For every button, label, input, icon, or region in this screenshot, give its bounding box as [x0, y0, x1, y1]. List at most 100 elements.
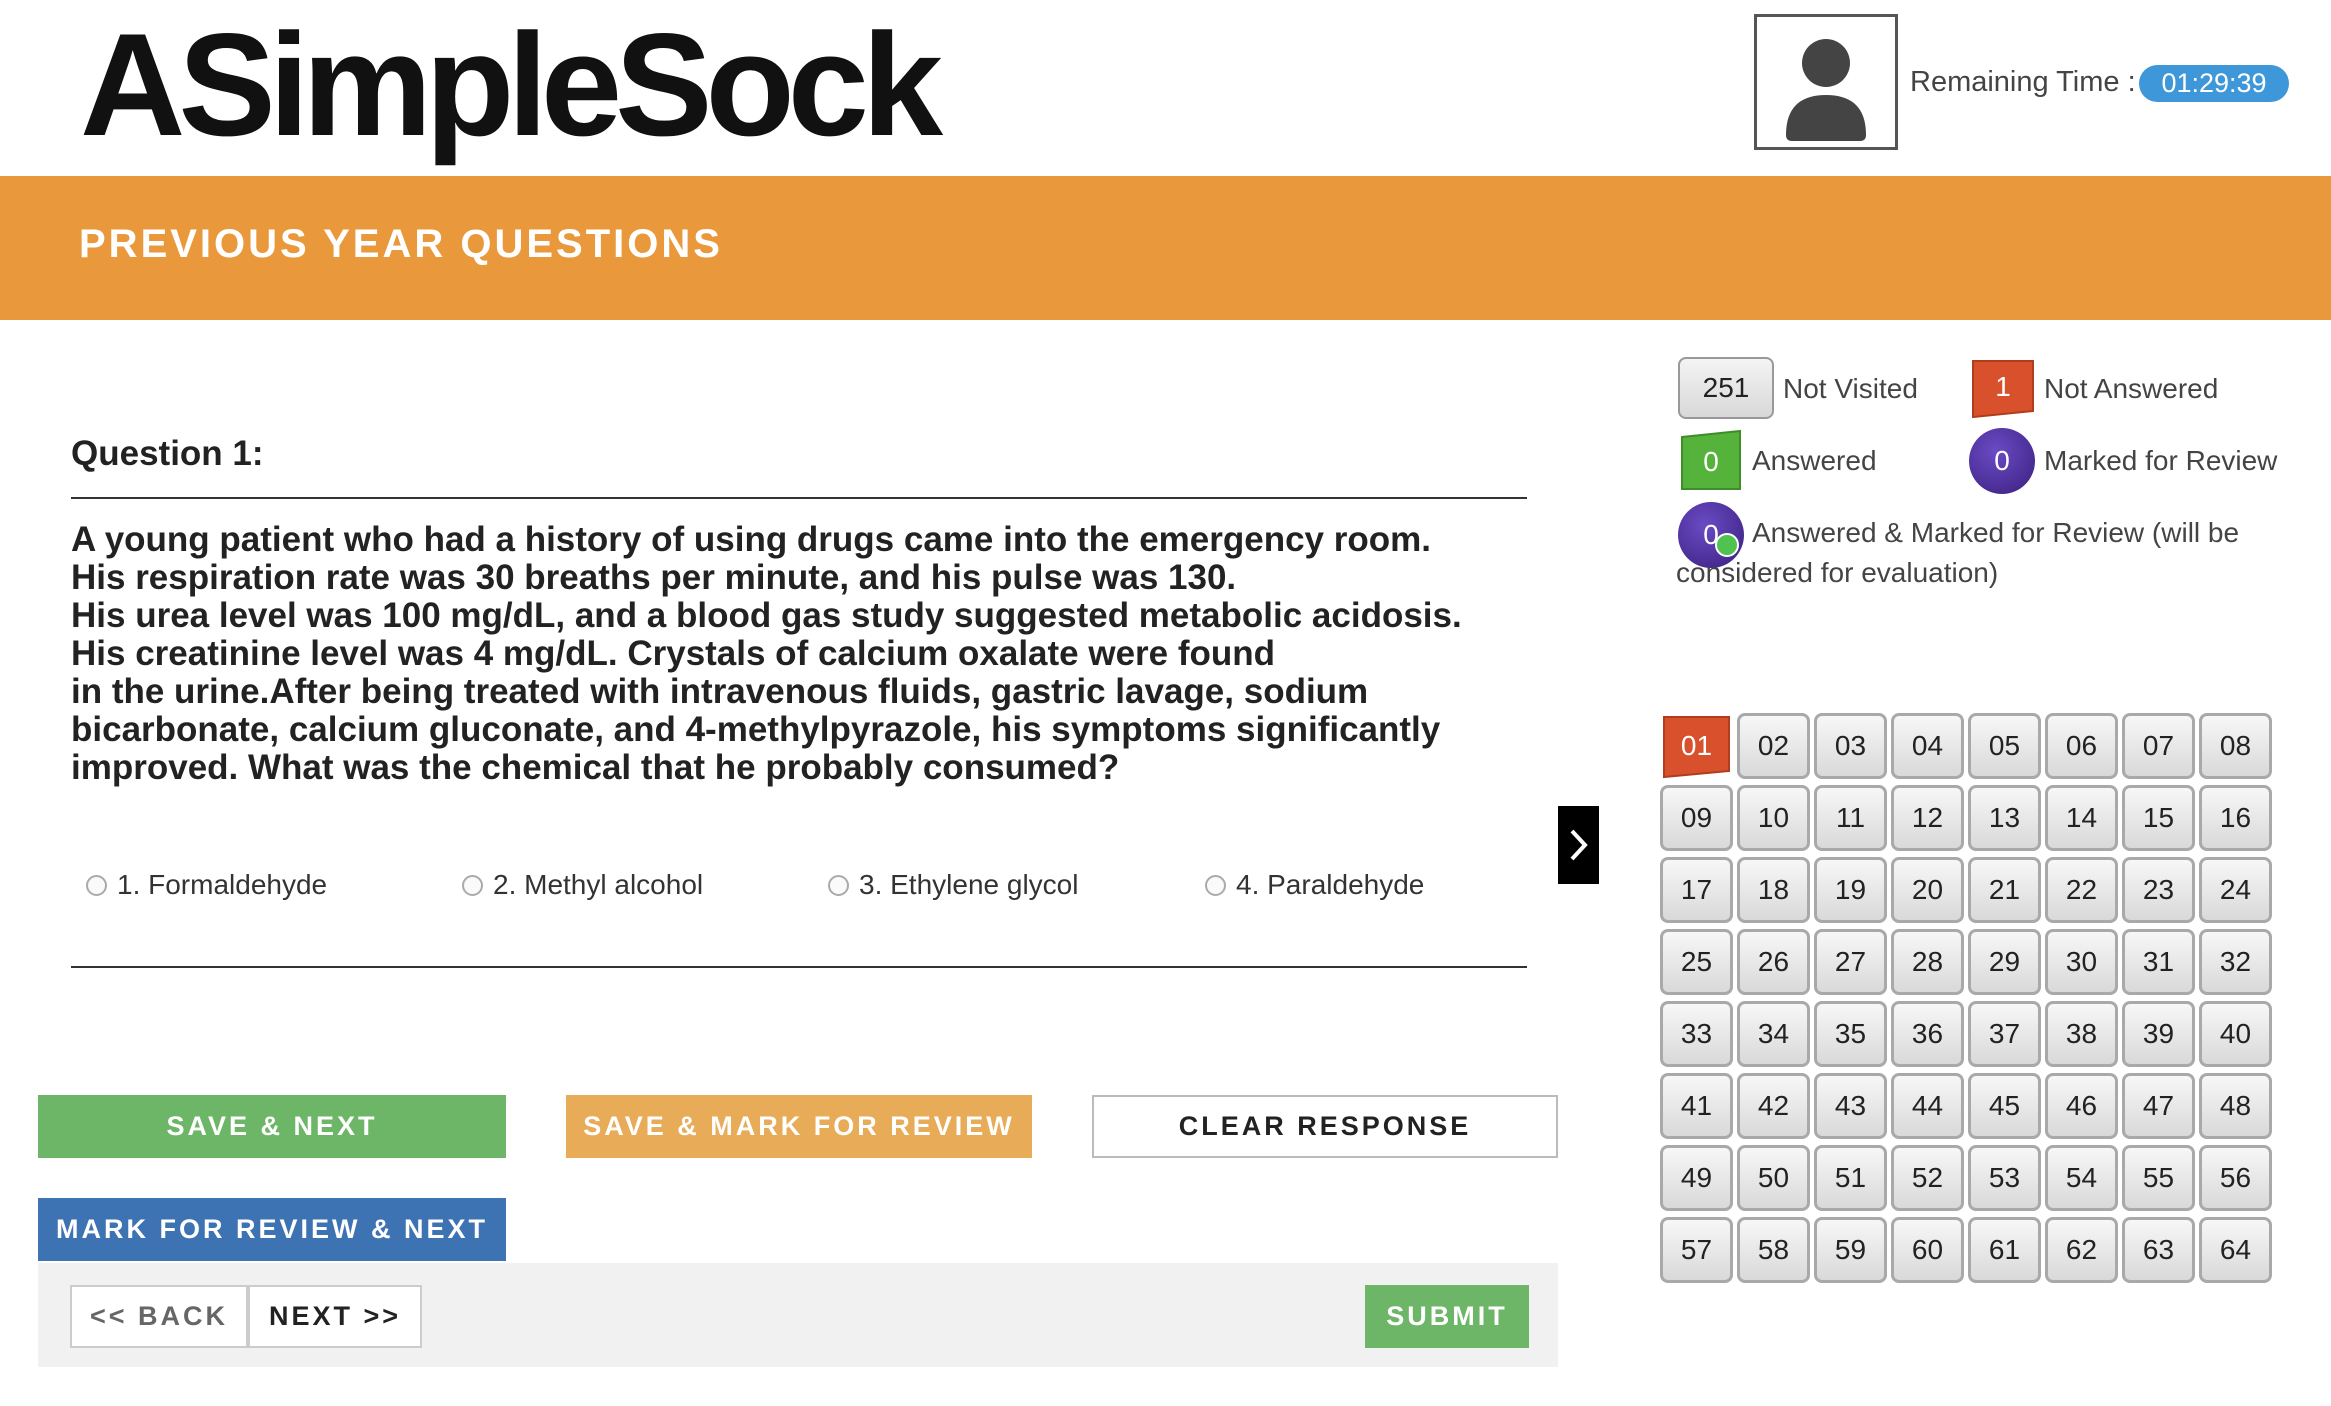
- palette-question-button[interactable]: 34: [1737, 1001, 1810, 1067]
- palette-question-number: 08: [2219, 730, 2252, 761]
- palette-question-number: 04: [1911, 730, 1944, 761]
- palette-question-button[interactable]: 39: [2122, 1001, 2195, 1067]
- palette-question-number: 02: [1757, 730, 1790, 761]
- palette-question-button[interactable]: 46: [2045, 1073, 2118, 1139]
- question-line: A young patient who had a history of usi…: [71, 520, 1431, 559]
- palette-question-button[interactable]: 06: [2045, 713, 2118, 779]
- palette-question-button[interactable]: 22: [2045, 857, 2118, 923]
- palette-question-button[interactable]: 61: [1968, 1217, 2041, 1283]
- palette-question-button[interactable]: 09: [1660, 785, 1733, 851]
- palette-question-button[interactable]: 32: [2199, 929, 2272, 995]
- palette-question-number: 14: [2065, 802, 2098, 833]
- answered-label: Answered: [1752, 445, 1877, 476]
- palette-question-button[interactable]: 58: [1737, 1217, 1810, 1283]
- answer-option-1[interactable]: 1. Formaldehyde: [86, 868, 327, 902]
- palette-question-button[interactable]: 54: [2045, 1145, 2118, 1211]
- palette-question-button[interactable]: 51: [1814, 1145, 1887, 1211]
- palette-question-button[interactable]: 38: [2045, 1001, 2118, 1067]
- palette-question-button[interactable]: 21: [1968, 857, 2041, 923]
- palette-question-button[interactable]: 59: [1814, 1217, 1887, 1283]
- palette-question-number: 19: [1834, 874, 1867, 905]
- answered-marked-label: Answered & Marked for Review (will be: [1752, 517, 2240, 548]
- palette-question-button[interactable]: 24: [2199, 857, 2272, 923]
- radio-button[interactable]: [1205, 874, 1226, 896]
- palette-question-number: 48: [2219, 1090, 2252, 1121]
- radio-button[interactable]: [828, 874, 849, 896]
- palette-question-button[interactable]: 28: [1891, 929, 1964, 995]
- palette-question-button[interactable]: 13: [1968, 785, 2041, 851]
- mark-review-next-button[interactable]: MARK FOR REVIEW & NEXT: [38, 1198, 506, 1261]
- palette-question-number: 16: [2219, 802, 2252, 833]
- palette-question-button[interactable]: 42: [1737, 1073, 1810, 1139]
- question-divider-top: [71, 497, 1527, 499]
- palette-question-button[interactable]: 60: [1891, 1217, 1964, 1283]
- palette-question-button[interactable]: 07: [2122, 713, 2195, 779]
- palette-question-number: 23: [2142, 874, 2175, 905]
- answer-option-3[interactable]: 3. Ethylene glycol: [828, 868, 1078, 902]
- palette-question-button[interactable]: 35: [1814, 1001, 1887, 1067]
- palette-question-button[interactable]: 17: [1660, 857, 1733, 923]
- palette-question-button[interactable]: 45: [1968, 1073, 2041, 1139]
- palette-question-button[interactable]: 47: [2122, 1073, 2195, 1139]
- next-button[interactable]: NEXT >>: [248, 1285, 422, 1348]
- palette-question-button[interactable]: 55: [2122, 1145, 2195, 1211]
- palette-question-button[interactable]: 41: [1660, 1073, 1733, 1139]
- palette-question-button[interactable]: 04: [1891, 713, 1964, 779]
- palette-question-button[interactable]: 14: [2045, 785, 2118, 851]
- palette-question-button[interactable]: 43: [1814, 1073, 1887, 1139]
- palette-question-button[interactable]: 10: [1737, 785, 1810, 851]
- palette-question-number: 27: [1834, 946, 1867, 977]
- palette-question-button[interactable]: 27: [1814, 929, 1887, 995]
- submit-button[interactable]: SUBMIT: [1365, 1285, 1529, 1348]
- save-mark-review-button[interactable]: SAVE & MARK FOR REVIEW: [566, 1095, 1032, 1158]
- save-next-button[interactable]: SAVE & NEXT: [38, 1095, 506, 1158]
- question-line: improved. What was the chemical that he …: [71, 748, 1120, 787]
- palette-question-button[interactable]: 05: [1968, 713, 2041, 779]
- palette-question-button[interactable]: 33: [1660, 1001, 1733, 1067]
- toggle-panel-button[interactable]: [1558, 806, 1599, 884]
- palette-question-button[interactable]: 19: [1814, 857, 1887, 923]
- chevron-right-icon: [1570, 829, 1588, 861]
- palette-question-button[interactable]: 16: [2199, 785, 2272, 851]
- palette-question-button[interactable]: 63: [2122, 1217, 2195, 1283]
- palette-question-number: 55: [2142, 1162, 2175, 1193]
- palette-question-button[interactable]: 57: [1660, 1217, 1733, 1283]
- radio-button[interactable]: [86, 874, 107, 896]
- palette-question-button[interactable]: 23: [2122, 857, 2195, 923]
- palette-question-button[interactable]: 30: [2045, 929, 2118, 995]
- palette-question-button[interactable]: 53: [1968, 1145, 2041, 1211]
- palette-question-button[interactable]: 49: [1660, 1145, 1733, 1211]
- palette-question-button[interactable]: 36: [1891, 1001, 1964, 1067]
- palette-question-button[interactable]: 50: [1737, 1145, 1810, 1211]
- palette-question-button[interactable]: 11: [1814, 785, 1887, 851]
- palette-question-number: 51: [1834, 1162, 1867, 1193]
- palette-question-button[interactable]: 08: [2199, 713, 2272, 779]
- palette-question-button[interactable]: 64: [2199, 1217, 2272, 1283]
- palette-question-button[interactable]: 52: [1891, 1145, 1964, 1211]
- clear-response-button[interactable]: CLEAR RESPONSE: [1092, 1095, 1558, 1158]
- radio-button[interactable]: [462, 874, 483, 896]
- palette-question-button[interactable]: 26: [1737, 929, 1810, 995]
- palette-question-button[interactable]: 40: [2199, 1001, 2272, 1067]
- palette-question-button[interactable]: 02: [1737, 713, 1810, 779]
- palette-question-button[interactable]: 20: [1891, 857, 1964, 923]
- palette-question-button[interactable]: 01: [1660, 713, 1733, 779]
- palette-question-button[interactable]: 03: [1814, 713, 1887, 779]
- answer-option-2[interactable]: 2. Methyl alcohol: [462, 868, 703, 902]
- palette-question-number: 26: [1757, 946, 1790, 977]
- palette-question-button[interactable]: 31: [2122, 929, 2195, 995]
- palette-question-number: 12: [1911, 802, 1944, 833]
- palette-question-button[interactable]: 15: [2122, 785, 2195, 851]
- palette-question-button[interactable]: 18: [1737, 857, 1810, 923]
- palette-question-button[interactable]: 25: [1660, 929, 1733, 995]
- palette-question-button[interactable]: 56: [2199, 1145, 2272, 1211]
- palette-question-button[interactable]: 62: [2045, 1217, 2118, 1283]
- palette-question-button[interactable]: 44: [1891, 1073, 1964, 1139]
- answer-option-4[interactable]: 4. Paraldehyde: [1205, 868, 1424, 902]
- answered-count: 0: [1703, 446, 1719, 477]
- palette-question-button[interactable]: 12: [1891, 785, 1964, 851]
- palette-question-button[interactable]: 29: [1968, 929, 2041, 995]
- back-button[interactable]: << BACK: [70, 1285, 248, 1348]
- palette-question-button[interactable]: 48: [2199, 1073, 2272, 1139]
- palette-question-button[interactable]: 37: [1968, 1001, 2041, 1067]
